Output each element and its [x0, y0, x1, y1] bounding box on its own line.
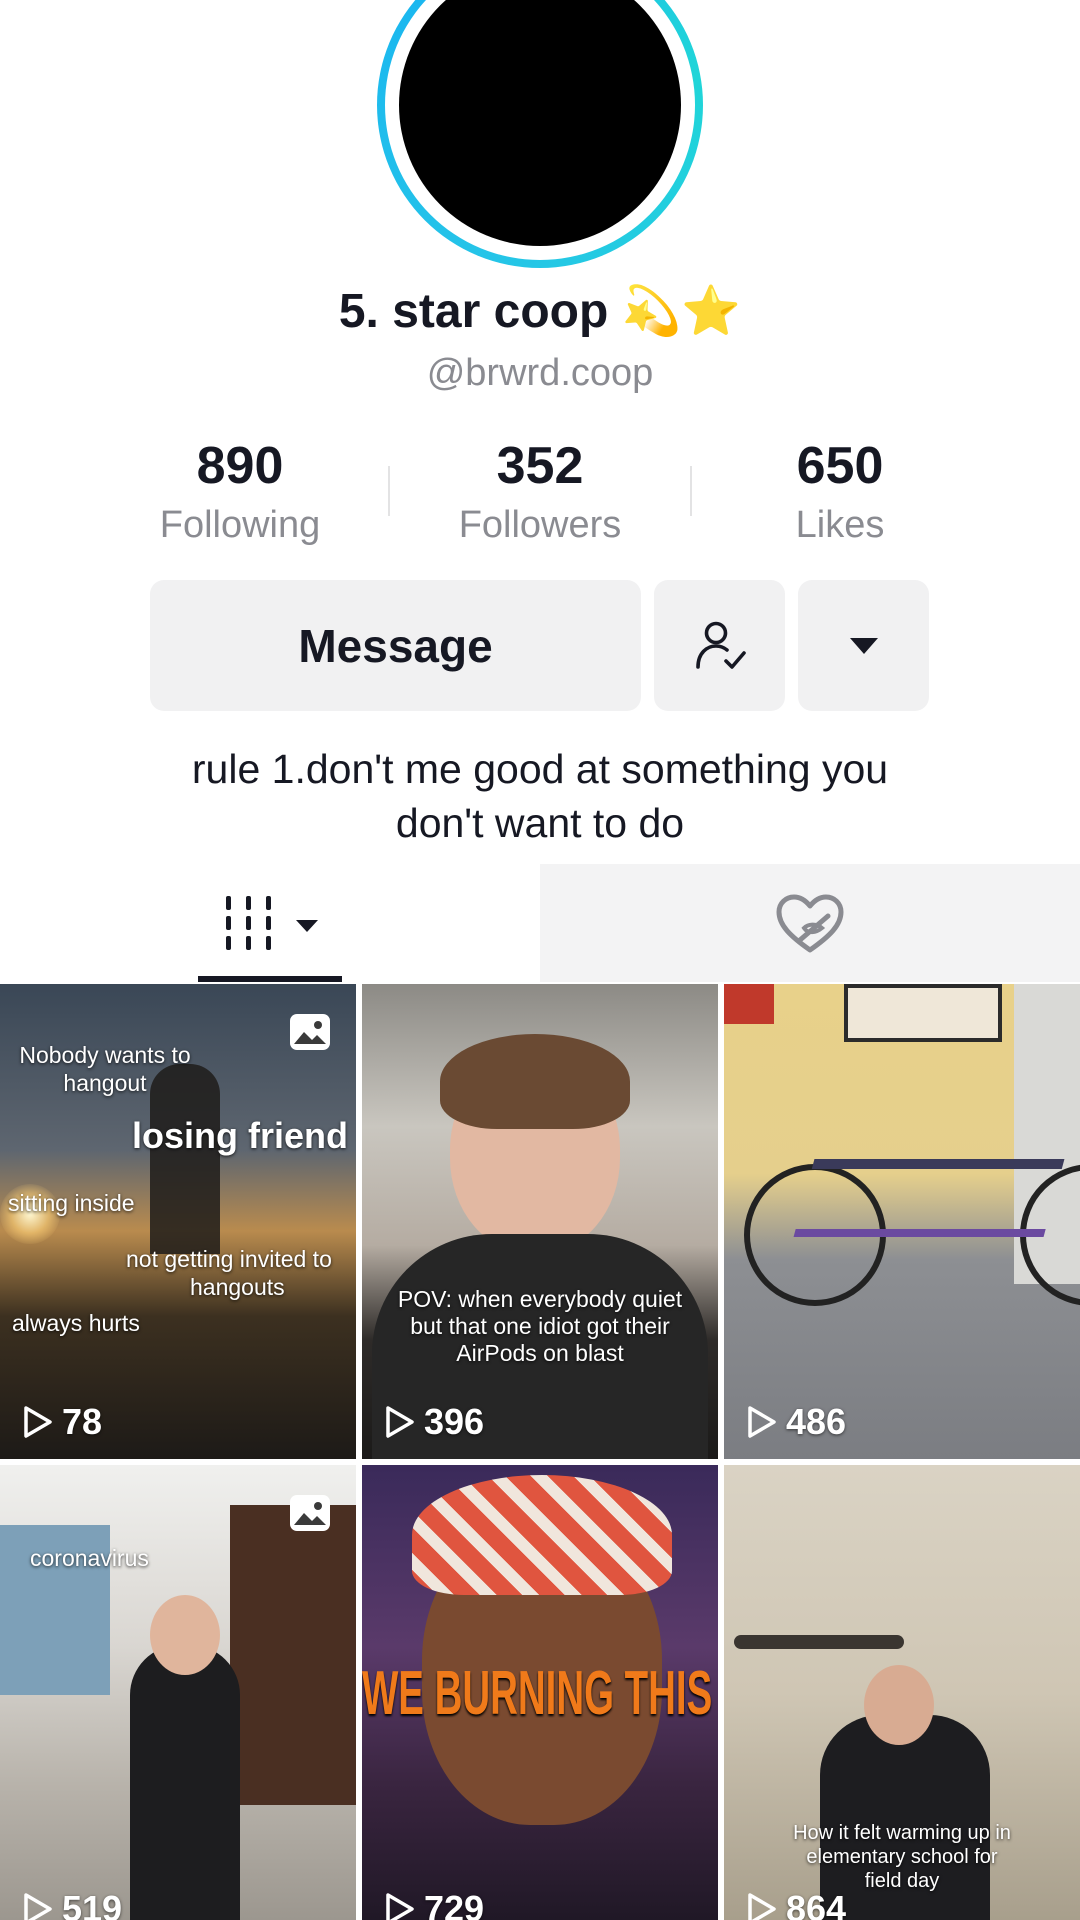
message-button-label: Message	[298, 619, 493, 672]
video-caption: but that one idiot got their	[410, 1313, 670, 1339]
hidden-likes-heart-icon	[776, 894, 844, 953]
person-body	[130, 1645, 240, 1920]
person-hair	[440, 1034, 630, 1129]
bio-line: rule 1.don't me good at something you	[191, 746, 889, 792]
followers-stat[interactable]: 352 Followers	[420, 436, 660, 550]
view-count-value: 519	[62, 1888, 123, 1920]
view-count-value: 78	[62, 1401, 103, 1442]
bandana	[412, 1475, 672, 1595]
video-caption: hangout	[63, 1070, 147, 1096]
play-icon	[386, 1406, 414, 1438]
likes-count: 650	[796, 437, 884, 495]
video-caption: AirPods on blast	[456, 1340, 624, 1366]
following-status-button[interactable]	[654, 580, 785, 711]
play-icon	[748, 1406, 776, 1438]
tab-active-indicator	[198, 976, 342, 982]
view-count-value: 729	[424, 1888, 485, 1920]
view-count: 864	[746, 1888, 846, 1920]
bio: rule 1.don't me good at something you do…	[0, 742, 1080, 850]
video-tile[interactable]: POV: when everybody quiet but that one i…	[362, 984, 718, 1459]
play-icon	[24, 1893, 52, 1920]
play-icon	[24, 1406, 52, 1438]
message-button[interactable]: Message	[150, 580, 641, 711]
video-caption: not getting invited to	[126, 1246, 332, 1272]
view-count: 486	[746, 1401, 846, 1443]
likes-label: Likes	[795, 504, 885, 546]
video-caption: elementary school for	[806, 1846, 998, 1868]
caret-down-icon	[849, 637, 878, 654]
followers-count: 352	[496, 437, 584, 495]
profile-tabs	[0, 864, 1080, 982]
video-caption: Nobody wants to	[19, 1042, 191, 1068]
view-count: 519	[22, 1888, 122, 1920]
ceiling-fan	[734, 1635, 904, 1649]
wall-frame	[844, 984, 1002, 1042]
photo-post-icon	[290, 1495, 330, 1531]
video-caption: How it felt warming up in	[793, 1822, 1011, 1844]
video-caption: always hurts	[12, 1310, 140, 1336]
video-caption: WE BURNING THIS	[362, 1659, 713, 1728]
play-icon	[386, 1893, 414, 1920]
user-check-icon	[695, 621, 746, 669]
following-count: 890	[196, 437, 284, 495]
username[interactable]: @brwrd.coop	[0, 352, 1080, 395]
video-tile[interactable]: coronavirus 519	[0, 1465, 356, 1920]
person-head	[864, 1665, 934, 1745]
stat-divider	[690, 466, 692, 516]
view-count: 396	[384, 1401, 484, 1443]
tab-videos[interactable]	[0, 864, 540, 982]
video-caption: POV: when everybody quiet	[397, 1286, 683, 1312]
tab-liked[interactable]	[540, 864, 1080, 982]
view-count-value: 864	[786, 1888, 847, 1920]
following-label: Following	[159, 504, 321, 546]
video-tile[interactable]: 486	[724, 984, 1080, 1459]
following-stat[interactable]: 890 Following	[120, 436, 360, 550]
video-tile[interactable]: Nobody wants to hangout losing friend si…	[0, 984, 356, 1459]
caret-down-icon[interactable]	[294, 918, 320, 934]
view-count-value: 396	[424, 1401, 485, 1442]
grid-videos-icon	[226, 896, 271, 950]
view-count-value: 486	[786, 1401, 847, 1442]
avatar[interactable]	[377, 0, 703, 268]
video-tile[interactable]: WE BURNING THIS 729	[362, 1465, 718, 1920]
photo-post-icon	[290, 1014, 330, 1050]
followers-label: Followers	[458, 504, 622, 546]
suggested-accounts-button[interactable]	[798, 580, 929, 711]
display-name: 5. star coop 💫⭐	[338, 285, 742, 338]
likes-stat[interactable]: 650 Likes	[720, 436, 960, 550]
video-caption: sitting inside	[8, 1190, 135, 1216]
video-caption: losing friend	[132, 1115, 348, 1156]
wall-decor	[724, 984, 774, 1024]
video-tile[interactable]: How it felt warming up in elementary sch…	[724, 1465, 1080, 1920]
view-count: 729	[384, 1888, 484, 1920]
bio-line: don't want to do	[395, 800, 685, 846]
play-icon	[748, 1893, 776, 1920]
shelf	[230, 1505, 356, 1805]
person-head	[150, 1595, 220, 1675]
view-count: 78	[22, 1401, 102, 1443]
stat-divider	[388, 466, 390, 516]
video-caption: coronavirus	[30, 1545, 149, 1571]
bike-frame	[793, 1159, 1065, 1237]
video-caption: hangouts	[190, 1274, 285, 1300]
